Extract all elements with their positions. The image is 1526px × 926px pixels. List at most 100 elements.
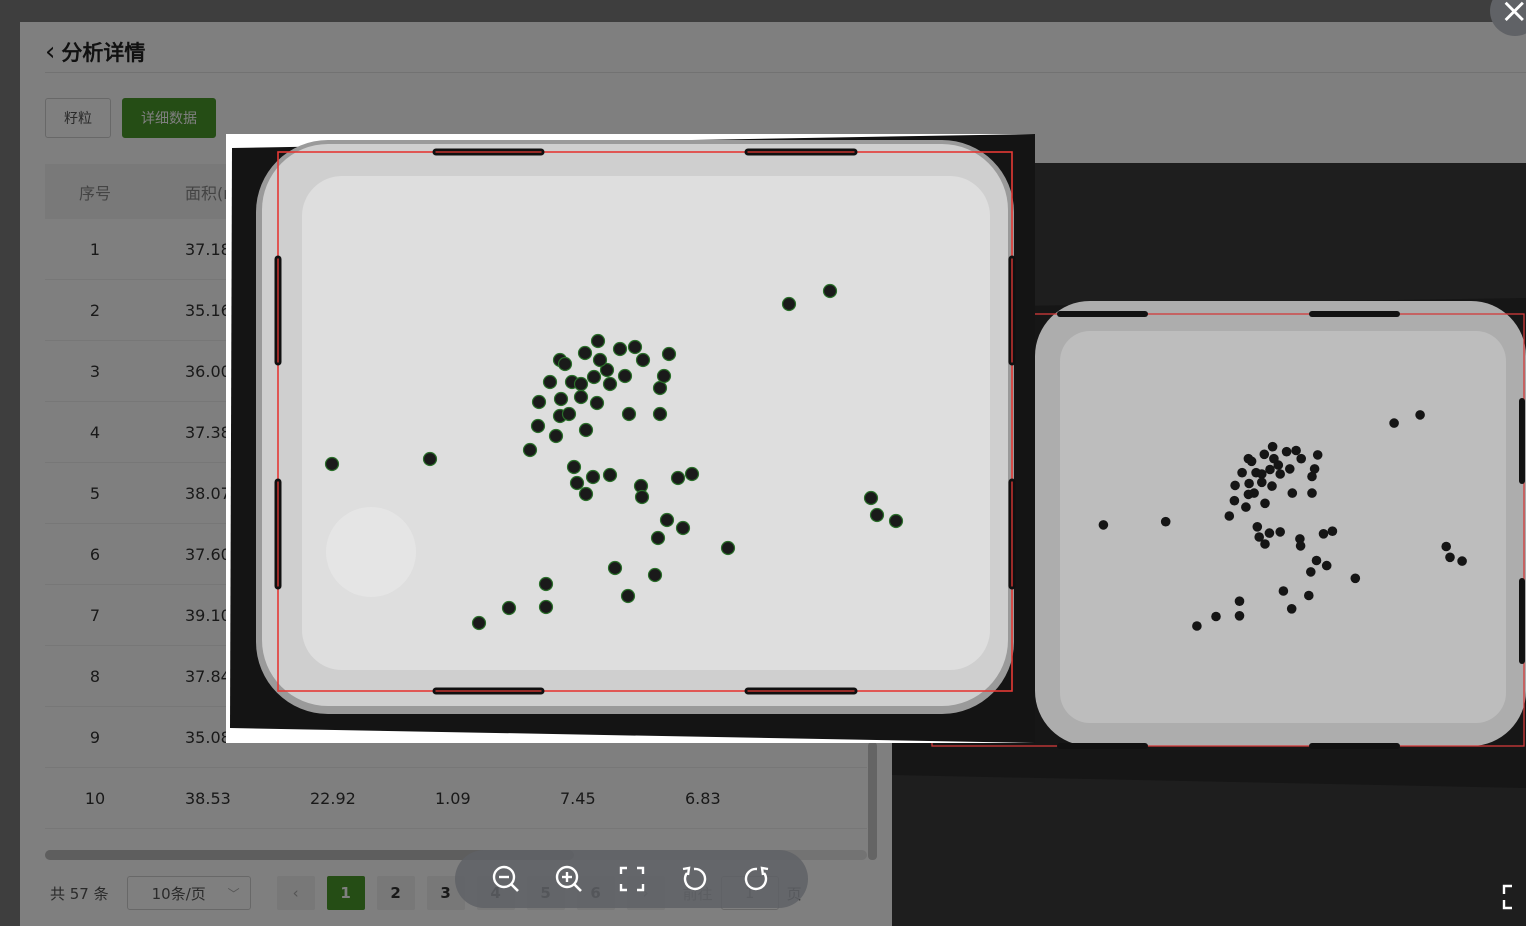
seed-marker (538, 576, 554, 592)
seed-marker (538, 599, 554, 615)
seed-marker-bg (1234, 611, 1245, 621)
seed-marker-bg (1304, 590, 1314, 601)
seed-marker-bg (1259, 449, 1270, 460)
seed-marker-bg (1296, 453, 1306, 464)
seed-marker-bg (1192, 621, 1202, 631)
seed-marker-bg (1286, 604, 1297, 614)
rotate-right-button[interactable] (742, 864, 772, 894)
seed-marker-bg (1160, 516, 1171, 527)
seed-marker-bg (1260, 498, 1270, 509)
seed-marker-bg (1257, 477, 1267, 488)
seed-marker-bg (1230, 480, 1240, 491)
seed-marker-bg (1312, 450, 1323, 460)
seed-marker (888, 513, 904, 529)
seed-marker (573, 389, 589, 405)
seed-marker (471, 615, 487, 631)
seed-marker-bg (1275, 469, 1285, 479)
seed-marker (863, 490, 879, 506)
seed-marker (585, 469, 601, 485)
seed-marker (684, 466, 700, 482)
fit-screen-icon (619, 866, 644, 892)
seed-marker (569, 475, 585, 491)
seed-marker (656, 368, 672, 384)
seed-marker-bg (1252, 522, 1263, 532)
seed-marker-bg (1321, 560, 1332, 571)
fit-screen-button[interactable] (617, 864, 647, 894)
seed-marker (781, 296, 797, 312)
seed-marker (590, 333, 606, 349)
seed-marker-bg (1311, 555, 1322, 566)
seed-marker-bg (1285, 464, 1295, 474)
seed-marker-bg (1307, 488, 1317, 498)
seed-marker-bg (1415, 410, 1425, 420)
seed-marker (617, 368, 633, 384)
seed-marker (557, 356, 573, 372)
seed-marker (324, 456, 340, 472)
seed-marker (592, 352, 608, 368)
seed-marker (561, 406, 577, 422)
seed-marker-bg (1275, 527, 1285, 537)
seed-marker-bg (1269, 453, 1279, 464)
seed-marker-bg (1260, 539, 1270, 549)
seed-marker-bg (1278, 586, 1289, 596)
seed-marker (589, 395, 605, 411)
seed-marker-bg (1249, 488, 1259, 498)
seed-marker-bg (1098, 520, 1109, 530)
seed-marker (670, 470, 686, 486)
rotate-right-icon (744, 866, 769, 891)
seed-marker (621, 406, 637, 422)
seed-marker (634, 489, 650, 505)
seed-marker (602, 376, 618, 392)
seed-marker-bg (1264, 528, 1275, 538)
seed-marker (652, 406, 668, 422)
seed-marker (822, 283, 838, 299)
seed-marker-bg (1246, 456, 1257, 467)
seed-marker-bg (1267, 481, 1277, 491)
seed-marker-bg (1306, 567, 1316, 577)
seed-marker-bg (1211, 611, 1221, 622)
seed-marker (501, 600, 517, 616)
seed-marker (578, 486, 594, 502)
seed-marker (650, 530, 666, 546)
seed-marker (422, 451, 438, 467)
zoom-in-icon (555, 865, 582, 892)
fullscreen-icon[interactable] (1502, 884, 1526, 910)
seed-marker-bg (1241, 502, 1251, 512)
seed-marker (627, 339, 643, 355)
zoom-in-button[interactable] (554, 864, 584, 894)
seed-marker (566, 459, 582, 475)
seed-marker (548, 428, 564, 444)
seed-marker-bg (1287, 488, 1298, 498)
viewer-toolbar (455, 850, 808, 908)
close-icon: × (1500, 0, 1526, 31)
seed-marker (530, 418, 546, 434)
seed-marker (531, 394, 547, 410)
seed-marker (602, 467, 618, 483)
seed-marker (577, 345, 593, 361)
seed-marker-bg (1457, 556, 1467, 566)
rotate-left-icon (683, 866, 707, 891)
seed-marker-bg (1237, 467, 1247, 478)
seed-marker (586, 369, 602, 385)
seed-marker (522, 442, 538, 458)
seed-marker (578, 422, 594, 438)
seed-marker-bg (1234, 596, 1245, 606)
seed-marker (659, 512, 675, 528)
seed-marker (720, 540, 736, 556)
seed-marker (647, 567, 663, 583)
seed-marker (675, 520, 691, 536)
seed-marker-bg (1244, 478, 1254, 489)
seed-marker-bg (1295, 541, 1306, 551)
seed-marker (612, 341, 628, 357)
seed-marker-bg (1224, 511, 1235, 521)
seed-marker (553, 391, 569, 407)
preview-tray-image (226, 134, 1035, 743)
seed-marker-bg (1257, 469, 1267, 479)
rotate-left-button[interactable] (679, 864, 709, 894)
seed-marker-bg (1318, 529, 1329, 539)
seed-marker (542, 374, 558, 390)
zoom-out-button[interactable] (491, 864, 521, 894)
seed-marker-bg (1309, 464, 1320, 474)
seed-marker-bg (1281, 446, 1292, 457)
seed-marker (573, 376, 589, 392)
